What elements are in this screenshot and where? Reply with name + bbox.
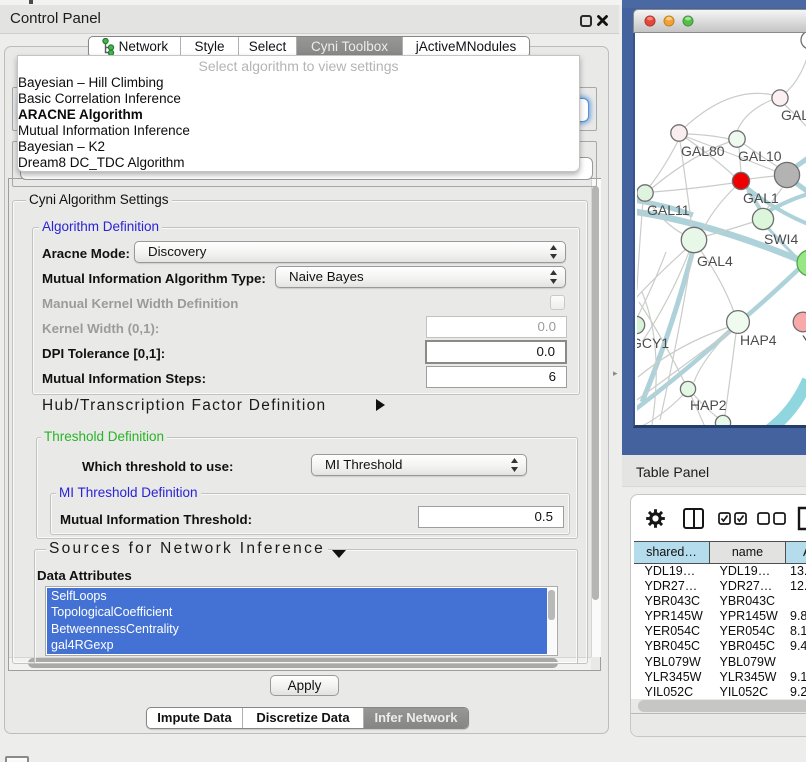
svg-text:GAL1: GAL1 [743, 190, 779, 206]
svg-text:GAL7: GAL7 [781, 107, 806, 123]
svg-text:GAL4: GAL4 [697, 253, 733, 269]
svg-text:GAL80: GAL80 [681, 143, 725, 159]
svg-text:HAP4: HAP4 [740, 332, 777, 348]
svg-text:GCY1: GCY1 [637, 335, 669, 351]
svg-text:SWI4: SWI4 [764, 231, 798, 247]
svg-text:YE: YE [802, 332, 806, 348]
svg-text:HAP2: HAP2 [690, 397, 727, 413]
svg-text:GAL10: GAL10 [738, 148, 782, 164]
svg-text:GAL11: GAL11 [647, 202, 690, 218]
